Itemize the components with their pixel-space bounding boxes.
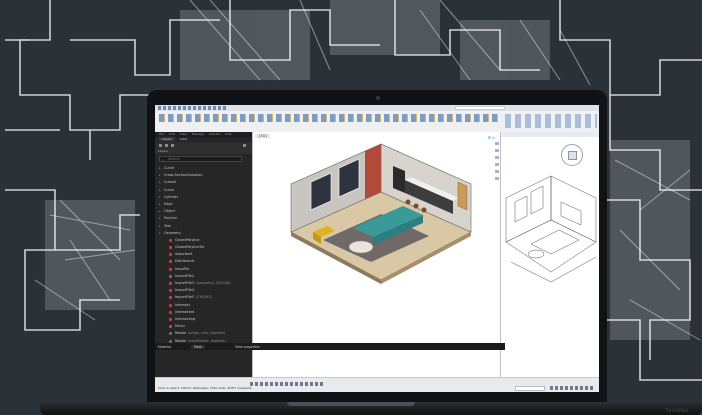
lock-icon[interactable] [165,144,168,147]
secondary-viewport[interactable] [500,132,599,377]
caret-down-icon[interactable]: ▾ [159,230,161,237]
tree-item-expanded[interactable]: ▾ Geometry [155,230,252,237]
laptop-brand: ThinkPad [665,408,688,413]
laptop-frame: File Edit View Manage Add-Ins Help Layer… [147,90,607,403]
tree-child-item[interactable]: ClosedPolyline3d [155,244,252,251]
layer-search-input[interactable]: ⌕ Search [159,156,242,162]
search-placeholder: Search [168,157,181,161]
ribbon-tool-icons[interactable] [159,114,499,122]
component-icon [169,253,172,257]
tree-child-item[interactable]: Intersecting [155,316,252,323]
component-icon [169,238,172,242]
panel-toolbar [155,142,252,149]
layers-header: Layers [155,149,252,154]
layer-tree: ▸ Curve ▸ Cross-Section/Isolation ▸ Cuboid … [155,165,252,352]
ribbon [155,111,599,134]
tree-child-item[interactable]: Distributed [155,258,252,265]
tree-item[interactable]: ▸ Cross-Section/Isolation [155,172,252,179]
tree-item[interactable]: ▸ Text [155,223,252,230]
caret-right-icon[interactable]: ▸ [159,165,161,172]
search-icon: ⌕ [162,157,164,162]
caret-right-icon[interactable]: ▸ [159,215,161,222]
tree-item[interactable]: ▸ Cuboid [155,179,252,186]
status-text: Click to select, TAB for alternates, CTR… [158,386,253,390]
caret-right-icon[interactable]: ▸ [159,187,161,194]
tree-item[interactable]: ▸ Polyline [155,215,252,222]
tree-child-item[interactable]: Mirror [155,323,252,330]
tree-item[interactable]: ▸ Edge [155,201,252,208]
tree-child-item[interactable]: ImportFile2 [155,273,252,280]
caret-right-icon[interactable]: ▸ [159,223,161,230]
3d-viewport[interactable]: {3D} ⚙ ⌂ [252,132,501,377]
caret-right-icon[interactable]: ▸ [159,208,161,215]
component-icon [169,303,172,307]
tree-child-item[interactable]: Intersect [155,302,252,309]
laptop-hinge [287,402,415,406]
tab-layers[interactable]: Layers [159,137,175,141]
component-icon [169,267,172,271]
caret-right-icon[interactable]: ▸ [159,194,161,201]
tree-item[interactable]: ▸ Curve [155,187,252,194]
menu-item-edit[interactable]: Edit [169,132,175,136]
wireframe-model [505,175,597,283]
layers-panel: File Edit View Manage Add-Ins Help Layer… [155,132,252,377]
close-icon[interactable] [243,144,246,147]
selection-filter-icons[interactable] [550,386,595,390]
tree-child-item[interactable]: ImportFile3 (geometry, 3D/CAD) [155,280,252,287]
tree-child-item[interactable]: ClosedPolyline [155,237,252,244]
menu-item-view[interactable]: View [180,132,187,136]
component-icon [169,296,172,300]
filter-icon[interactable] [171,144,174,147]
menu-item-help[interactable]: Help [225,132,232,136]
tab-view-properties[interactable]: View properties [235,345,260,349]
tree-child-item[interactable]: ImportFile5 (CAD/IFC) [155,294,252,301]
component-icon [169,282,172,285]
tab-view[interactable]: View [180,137,187,141]
caret-right-icon[interactable]: ▸ [159,201,161,208]
tree-child-item[interactable]: ImpoFile [155,266,252,273]
tree-child-item[interactable]: Intersected [155,309,252,316]
menu-item-addins[interactable]: Add-Ins [209,132,220,136]
component-icon [169,325,172,329]
tree-child-item[interactable]: Absorbent [155,251,252,258]
tab-mesh[interactable]: Mesh [191,344,206,349]
view-control-icons[interactable] [250,382,325,386]
tree-child-item[interactable]: Rotate (origin, axis, degrees) [155,330,252,337]
component-icon [169,246,172,250]
component-icon [169,289,172,293]
tree-item[interactable]: ▸ Object [155,208,252,215]
component-icon [169,274,172,278]
room-model [290,143,472,284]
ribbon-view-icons[interactable] [505,114,597,128]
component-icon [169,332,172,336]
tab-material[interactable]: Material [158,345,171,349]
help-search-input[interactable] [455,106,505,110]
caret-right-icon[interactable]: ▸ [159,172,161,179]
laptop-screen: File Edit View Manage Add-Ins Help Layer… [155,105,599,392]
tree-item[interactable]: ▸ Cylinder [155,194,252,201]
status-bar: Click to select, TAB for alternates, CTR… [155,377,599,392]
tree-item[interactable]: ▸ Curve [155,165,252,172]
component-icon [169,317,172,321]
caret-right-icon[interactable]: ▸ [159,179,161,186]
webcam [376,96,380,100]
add-layer-icon[interactable] [159,144,162,147]
panel-bottom-tabs: Material Mesh View properties [155,343,505,350]
quick-access-toolbar[interactable] [158,106,228,110]
menu-item-manage[interactable]: Manage [192,132,204,136]
workset-field[interactable] [515,386,545,391]
component-icon [169,260,172,264]
component-icon [169,310,172,314]
menu-item-file[interactable]: File [159,132,164,136]
tree-child-item[interactable]: ImportFile4 [155,287,252,294]
